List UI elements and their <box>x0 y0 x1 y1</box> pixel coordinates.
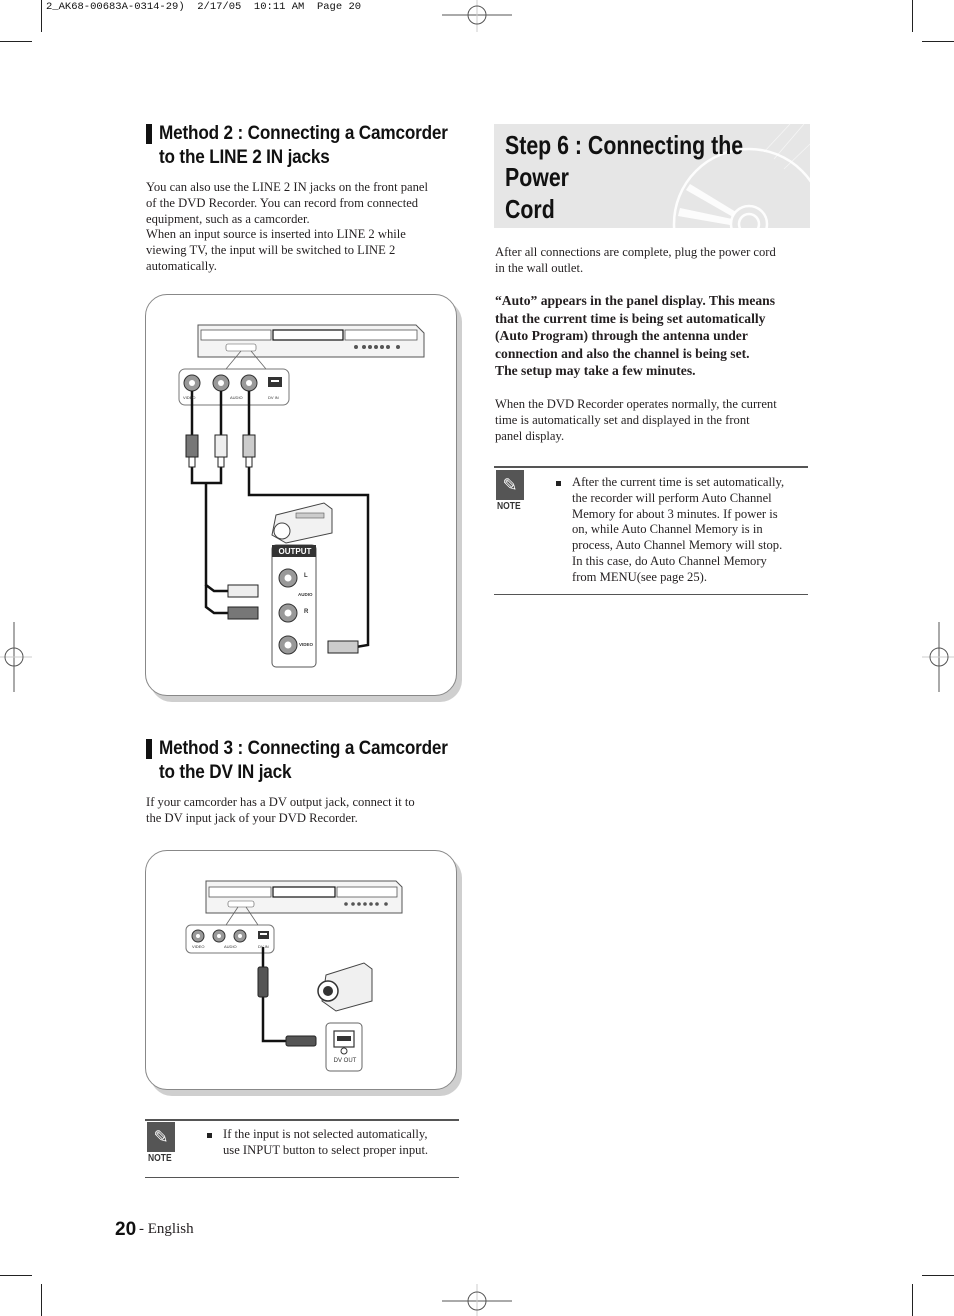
step6-title-line1: Step 6 : Connecting the Power <box>505 130 744 192</box>
jack-label-dv-in: DV IN <box>268 395 279 400</box>
text-line: that the current time is being set autom… <box>495 310 766 326</box>
text-line: the DV input jack of your DVD Recorder. <box>146 810 358 825</box>
method3-heading: Method 3 : Connecting a Camcorder to the… <box>159 736 448 784</box>
dv-connection-diagram <box>185 880 403 1072</box>
text-line: In this case, do Auto Channel Memory <box>572 553 767 568</box>
registration-mark-bottom <box>442 1284 512 1316</box>
method2-body: You can also use the LINE 2 IN jacks on … <box>146 180 428 275</box>
method2-heading-line1: Method 2 : Connecting a Camcorder <box>159 122 448 144</box>
note-text: If the input is not selected automatical… <box>223 1127 428 1159</box>
text-line: the recorder will perform Auto Channel <box>572 490 772 505</box>
jack-label-video: VIDEO <box>192 944 205 949</box>
camcorder-output-panel <box>271 544 317 668</box>
camcorder-illustration <box>271 502 333 544</box>
jack-label-video: VIDEO <box>183 395 196 400</box>
text-line: panel display. <box>495 428 565 443</box>
page-number: 20 <box>115 1219 137 1240</box>
pencil-icon: ✎ <box>147 1122 175 1152</box>
dv-plugs <box>257 966 317 1047</box>
dvd-recorder-illustration <box>197 324 425 370</box>
heading-marker <box>146 739 152 759</box>
method3-heading-line2: to the DV IN jack <box>159 761 292 783</box>
text-line: time is automatically set and displayed … <box>495 412 750 427</box>
jack-label-dv-in: DV IN <box>258 944 269 949</box>
crop-mark <box>912 1284 913 1316</box>
output-label-l: L <box>304 573 308 579</box>
output-label: OUTPUT <box>278 547 312 556</box>
method2-figure: OUTPUT VIDEO AUDIO DV IN L AUDIO R VIDEO <box>145 294 457 696</box>
method3-body: If your camcorder has a DV output jack, … <box>146 795 415 827</box>
text-line: from MENU(see page 25). <box>572 569 707 584</box>
text-line: If the input is not selected automatical… <box>223 1127 428 1141</box>
crop-mark <box>41 1284 42 1316</box>
output-label-video: VIDEO <box>299 642 314 647</box>
note-label: NOTE <box>148 1153 172 1164</box>
text-line: process, Auto Channel Memory will stop. <box>572 538 783 553</box>
step6-auto-explanation: “Auto” appears in the panel display. Thi… <box>495 292 775 380</box>
jack-label-audio: AUDIO <box>224 944 237 949</box>
step6-normal-operation: When the DVD Recorder operates normally,… <box>495 397 777 444</box>
text-line: in the wall outlet. <box>495 260 584 275</box>
text-line: After the current time is set automatica… <box>572 475 785 489</box>
text-line: automatically. <box>146 258 217 273</box>
text-line: (Auto Program) through the antenna under <box>495 328 748 344</box>
bullet-icon <box>207 1133 212 1138</box>
registration-mark-left <box>0 622 32 692</box>
print-slug: 2_AK68-00683A-0314-29) 2/17/05 10:11 AM … <box>46 1 362 13</box>
line2-connection-diagram <box>178 324 425 668</box>
text-line: When the DVD Recorder operates normally,… <box>495 397 777 411</box>
text-line: equipment, such as a camcorder. <box>146 211 310 226</box>
step6-title: Step 6 : Connecting the Power Cord <box>505 129 776 225</box>
text-line: When an input source is inserted into LI… <box>146 227 406 242</box>
dv-out-label: DV OUT <box>333 1058 357 1064</box>
text-line: connection and also the channel is being… <box>495 345 750 361</box>
step6-title-box: Step 6 : Connecting the Power Cord <box>494 124 810 228</box>
text-line: on, while Auto Channel Memory is in <box>572 522 763 537</box>
jack-label-audio: AUDIO <box>230 395 243 400</box>
text-line: use INPUT button to select proper input. <box>223 1142 429 1157</box>
rca-plugs-top <box>185 434 256 468</box>
note-box-input: ✎ NOTE If the input is not selected auto… <box>145 1119 459 1178</box>
output-label-r: R <box>304 609 309 615</box>
bullet-icon <box>556 481 561 486</box>
note-text: After the current time is set automatica… <box>572 475 784 586</box>
text-line: After all connections are complete, plug… <box>495 245 776 259</box>
step6-title-line2: Cord <box>505 194 555 224</box>
output-label-audio: AUDIO <box>298 592 313 597</box>
text-line: Memory for about 3 minutes. If power is <box>572 506 778 521</box>
text-line: You can also use the LINE 2 IN jacks on … <box>146 180 429 194</box>
text-line: If your camcorder has a DV output jack, … <box>146 795 415 809</box>
step6-intro: After all connections are complete, plug… <box>495 245 776 277</box>
registration-mark-top <box>442 0 512 32</box>
page-language: - English <box>139 1221 194 1237</box>
crop-mark <box>0 41 32 42</box>
camcorder-illustration <box>317 962 373 1012</box>
text-line: The setup may take a few minutes. <box>495 363 696 379</box>
pencil-icon: ✎ <box>496 470 524 500</box>
crop-mark <box>922 41 954 42</box>
text-line: of the DVD Recorder. You can record from… <box>146 195 419 210</box>
crop-mark <box>912 0 913 32</box>
registration-mark-right <box>922 622 954 692</box>
text-line: viewing TV, the input will be switched t… <box>146 243 396 258</box>
method2-heading: Method 2 : Connecting a Camcorder to the… <box>159 121 448 169</box>
heading-marker <box>146 124 152 144</box>
method3-heading-line1: Method 3 : Connecting a Camcorder <box>159 737 448 759</box>
method3-figure: DV OUT VIDEO AUDIO DV IN <box>145 850 457 1090</box>
method2-heading-line2: to the LINE 2 IN jacks <box>159 146 330 168</box>
crop-mark <box>41 0 42 32</box>
note-box-auto-channel: ✎ NOTE After the current time is set aut… <box>494 466 808 595</box>
crop-mark <box>0 1275 32 1276</box>
crop-mark <box>922 1275 954 1276</box>
note-label: NOTE <box>497 501 521 512</box>
dvd-recorder-illustration <box>205 880 403 926</box>
text-line: “Auto” appears in the panel display. Thi… <box>495 293 775 308</box>
